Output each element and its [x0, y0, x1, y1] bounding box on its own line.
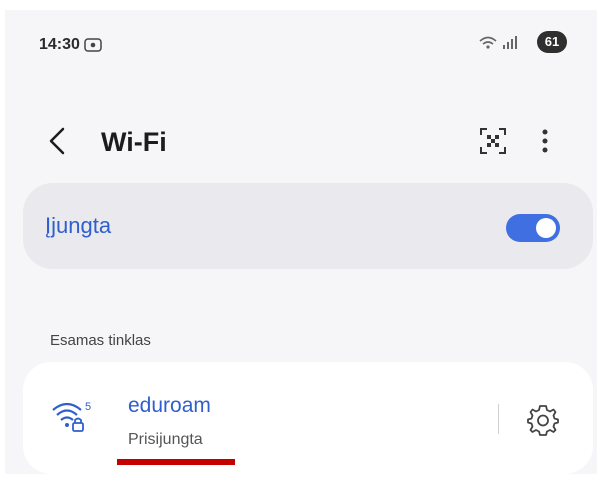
battery-indicator: 61 [537, 31, 567, 53]
section-title-current-network: Esamas tinklas [50, 332, 151, 349]
more-options-icon[interactable] [541, 127, 549, 155]
toggle-knob [536, 218, 556, 238]
app-bar: Wi-Fi [5, 115, 597, 165]
status-time: 14:30 [39, 36, 80, 53]
back-arrow-icon[interactable] [47, 127, 67, 155]
gear-icon[interactable] [526, 402, 560, 436]
current-network-card[interactable]: 5 eduroam Prisijungta [23, 362, 593, 474]
wifi-status-icon [479, 36, 497, 49]
screen-record-icon [84, 38, 102, 52]
wifi-secure-icon: 5 [52, 401, 91, 432]
network-status: Prisijungta [128, 431, 203, 448]
divider [498, 404, 499, 434]
status-bar: 14:30 61 [5, 10, 597, 66]
highlight-underline [117, 459, 235, 465]
band-label: 5 [85, 401, 91, 413]
wifi-toggle-label: Įjungta [45, 213, 112, 238]
signal-icon [503, 36, 517, 49]
network-name: eduroam [128, 394, 211, 417]
wifi-toggle-switch[interactable] [506, 214, 560, 242]
qr-scan-icon[interactable] [479, 127, 507, 155]
wifi-toggle-card[interactable]: Įjungta [23, 183, 593, 269]
page-title: Wi-Fi [101, 127, 167, 157]
phone-screen: 14:30 61 Wi-Fi Įjungta Esamas tinklas 5 … [5, 10, 597, 474]
